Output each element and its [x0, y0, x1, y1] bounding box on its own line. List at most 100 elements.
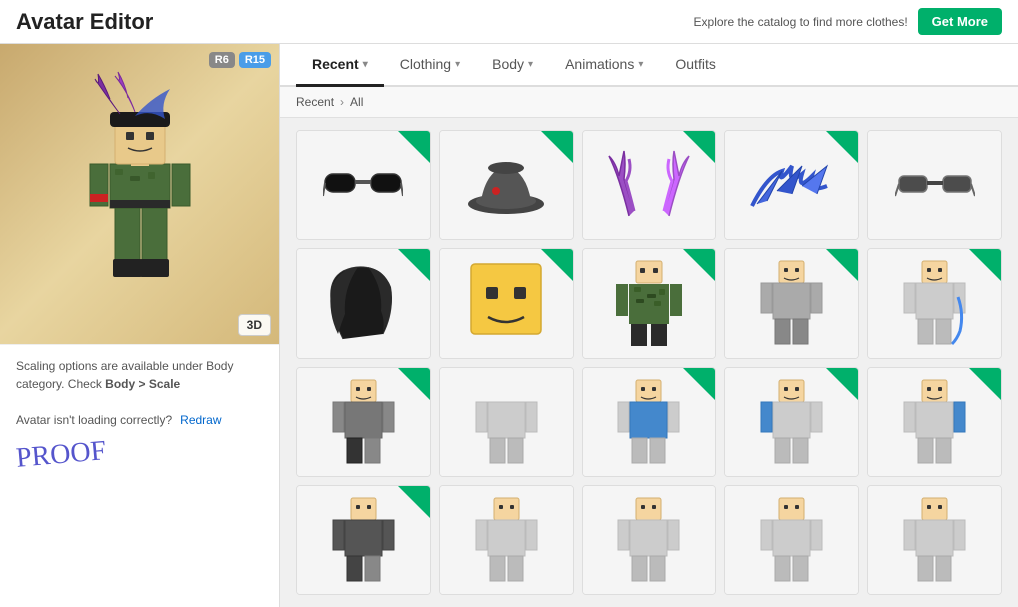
item-img-18 — [583, 486, 716, 595]
headless-head-icon — [474, 378, 539, 468]
item-green-corner — [969, 368, 1001, 400]
item-green-corner — [398, 131, 430, 163]
item-img-beautiful-hair — [297, 249, 430, 358]
item-card-roblox-left-arm[interactable]: Roblox 2.0 Left ... — [724, 367, 859, 477]
hair-icon — [323, 259, 403, 349]
item-green-corner — [398, 249, 430, 281]
item-img-thug — [725, 249, 858, 358]
bape-trench-icon — [614, 259, 684, 349]
item-img-bighead — [440, 249, 573, 358]
item-img-roblox-torso — [583, 368, 716, 477]
avatar-figure — [60, 64, 220, 324]
item-card-amethyst-antlers[interactable]: Amethyst Antlers — [582, 130, 717, 240]
item-card-sleek-sunglasses[interactable]: Sleek Sunglasses — [296, 130, 431, 240]
item-green-corner — [541, 131, 573, 163]
app-header: Avatar Editor Explore the catalog to fin… — [0, 0, 1018, 44]
avatar-3d-button[interactable]: 3D — [238, 314, 271, 336]
watermark-text: PROOF — [15, 435, 108, 475]
item-img-korblox — [297, 368, 430, 477]
thug-icon — [759, 259, 824, 349]
item-card-jurassic-glasses[interactable]: Jurassic World ... — [867, 130, 1002, 240]
item-img-headless-head — [440, 368, 573, 477]
item-img-jurassic-glasses — [868, 131, 1001, 240]
item-img-16 — [297, 486, 430, 595]
breadcrumb-separator: › — [340, 95, 344, 109]
item-card-18[interactable]: ... — [582, 485, 717, 595]
get-more-button[interactable]: Get More — [918, 8, 1002, 35]
item-card-superhero-left[interactable]: Superhero Left ... — [867, 248, 1002, 358]
item-card-16[interactable]: ... — [296, 485, 431, 595]
tab-recent[interactable]: Recent ▾ — [296, 44, 384, 87]
redraw-link[interactable]: Redraw — [180, 413, 221, 427]
item-card-roblox-torso[interactable]: Roblox 2.0 Torso — [582, 367, 717, 477]
item-card-beautiful-hair[interactable]: Beautiful Hair f... — [296, 248, 431, 358]
item-green-corner — [683, 368, 715, 400]
tab-outfits-label: Outfits — [675, 56, 715, 72]
tab-body[interactable]: Body ▾ — [476, 44, 549, 87]
app-title: Avatar Editor — [16, 9, 153, 35]
tab-animations-chevron: ▾ — [638, 59, 643, 70]
antlers-icon — [604, 141, 694, 231]
tab-recent-chevron: ▾ — [363, 59, 368, 70]
header-right: Explore the catalog to find more clothes… — [694, 8, 1002, 35]
items-grid: Sleek Sunglasses The Crook — [280, 118, 1018, 607]
item-img-17 — [440, 486, 573, 595]
item-green-corner — [683, 249, 715, 281]
item-17-icon — [474, 496, 539, 586]
badge-r15[interactable]: R15 — [239, 52, 271, 68]
avatar-badges: R6 R15 — [209, 52, 271, 68]
tab-clothing[interactable]: Clothing ▾ — [384, 44, 476, 87]
item-card-korblox[interactable]: Korblox Deaths... — [296, 367, 431, 477]
tab-animations[interactable]: Animations ▾ — [549, 44, 659, 87]
tab-recent-label: Recent — [312, 56, 359, 72]
item-green-corner — [826, 249, 858, 281]
item-card-thug[interactable]: thug — [724, 248, 859, 358]
item-green-corner — [969, 249, 1001, 281]
explore-text: Explore the catalog to find more clothes… — [694, 15, 908, 29]
item-img-amethyst-antlers — [583, 131, 716, 240]
item-20-icon — [902, 496, 967, 586]
tab-outfits[interactable]: Outfits — [659, 44, 731, 87]
item-card-crook-fedora[interactable]: The Crook Fedo... — [439, 130, 574, 240]
item-card-headless-head[interactable]: Headless Head — [439, 367, 574, 477]
item-card-bape-trench[interactable]: Bape Trench Co... — [582, 248, 717, 358]
item-card-19[interactable]: ... — [724, 485, 859, 595]
breadcrumb: Recent › All — [280, 87, 1018, 118]
item-green-corner — [541, 249, 573, 281]
item-card-20[interactable]: ... — [867, 485, 1002, 595]
tab-animations-label: Animations — [565, 56, 634, 72]
item-card-bighead[interactable]: Bighead — [439, 248, 574, 358]
item-green-corner — [398, 486, 430, 518]
item-19-icon — [759, 496, 824, 586]
item-img-sleek-sunglasses — [297, 131, 430, 240]
item-card-roblox-right-arm[interactable]: Roblox 2.0 Righ... — [867, 367, 1002, 477]
item-img-20 — [868, 486, 1001, 595]
redraw-prompt: Avatar isn't loading correctly? — [16, 413, 172, 427]
item-img-19 — [725, 486, 858, 595]
breadcrumb-recent[interactable]: Recent — [296, 95, 334, 109]
avatar-preview: R6 R15 — [0, 44, 279, 344]
item-img-bape-trench — [583, 249, 716, 358]
tab-body-label: Body — [492, 56, 524, 72]
fedora-icon — [466, 146, 546, 226]
item-img-blue-spikes — [725, 131, 858, 240]
sidebar-redraw: Avatar isn't loading correctly? Redraw — [0, 405, 279, 435]
superhero-left-icon — [902, 259, 967, 349]
roblox-torso-icon — [616, 378, 681, 468]
item-green-corner — [826, 131, 858, 163]
watermark-container: PROOF — [0, 435, 279, 479]
sunglasses-icon — [323, 166, 403, 206]
item-card-17[interactable]: ... — [439, 485, 574, 595]
roblox-left-arm-icon — [759, 378, 824, 468]
tab-clothing-chevron: ▾ — [455, 59, 460, 70]
blue-spikes-icon — [747, 156, 837, 216]
main-content: Recent ▾ Clothing ▾ Body ▾ Animations ▾ … — [280, 44, 1018, 607]
item-18-icon — [616, 496, 681, 586]
jurassic-glasses-icon — [895, 166, 975, 206]
breadcrumb-all: All — [350, 95, 363, 109]
badge-r6[interactable]: R6 — [209, 52, 235, 68]
item-card-blue-spikes[interactable]: Blue Spikes of T... — [724, 130, 859, 240]
roblox-right-arm-icon — [902, 378, 967, 468]
item-16-icon — [331, 496, 396, 586]
item-img-crook-fedora — [440, 131, 573, 240]
